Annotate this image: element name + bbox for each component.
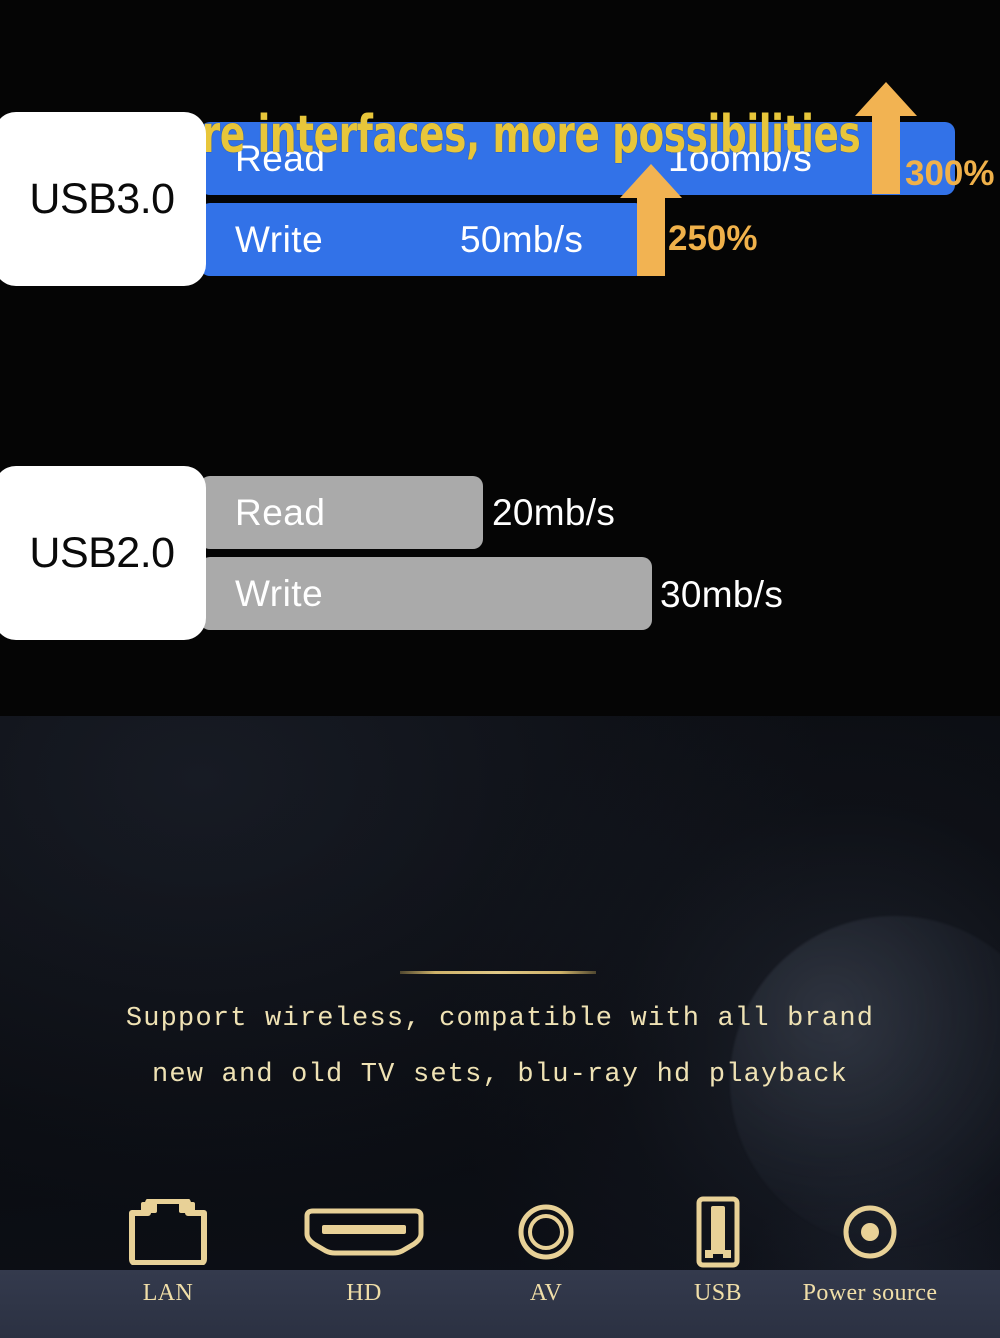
- usb2-read-bar: Read: [200, 476, 483, 549]
- port-label-lan: LAN: [142, 1280, 194, 1306]
- usb3-write-bar: Write 50mb/s: [200, 203, 645, 276]
- usb2-tag: USB2.0: [0, 466, 206, 640]
- port-item-hd: HD: [289, 1198, 439, 1307]
- port-label-av: AV: [529, 1280, 563, 1306]
- port-item-av: AV: [471, 1198, 621, 1307]
- usb2-write-bar: Write: [200, 557, 652, 630]
- port-item-power-source: Power source: [795, 1198, 945, 1307]
- gold-divider: [400, 971, 596, 974]
- hdmi-port-icon: [289, 1198, 439, 1266]
- power-jack-icon: [795, 1198, 945, 1266]
- usb-port-icon: [643, 1196, 793, 1268]
- interfaces-headline: More interfaces, more possibilities: [139, 105, 861, 165]
- port-label-power-source: Power source: [802, 1280, 938, 1306]
- usb3-read-percent: 300%: [905, 154, 995, 193]
- infographic-page: USB3.0 Read 1oomb/s Write 50mb/s 300% 25…: [0, 0, 1000, 1338]
- av-jack-icon: [471, 1198, 621, 1266]
- usb3-tag-label: USB3.0: [29, 174, 175, 223]
- usb2-tag-label: USB2.0: [29, 528, 175, 577]
- usb2-read-value: 20mb/s: [492, 492, 616, 533]
- description-line-2: new and old TV sets, blu-ray hd playback: [151, 1060, 849, 1090]
- port-label-usb: USB: [694, 1280, 742, 1306]
- usb2-write-label: Write: [235, 572, 324, 614]
- usb3-write-value: 50mb/s: [460, 218, 584, 260]
- usb2-write-value: 30mb/s: [660, 574, 784, 615]
- port-item-lan: LAN: [93, 1198, 243, 1307]
- port-item-usb: USB: [643, 1196, 793, 1307]
- description-line-1: Support wireless, compatible with all br…: [125, 1004, 875, 1034]
- usb3-tag: USB3.0: [0, 112, 206, 286]
- port-label-hd: HD: [346, 1280, 382, 1306]
- usb2-read-label: Read: [235, 491, 326, 533]
- lan-port-icon: [93, 1198, 243, 1266]
- port-icon-row: LAN HD AV USB Power source: [0, 1196, 1000, 1328]
- usb3-write-percent: 250%: [668, 219, 758, 258]
- usb3-write-label: Write: [235, 218, 324, 260]
